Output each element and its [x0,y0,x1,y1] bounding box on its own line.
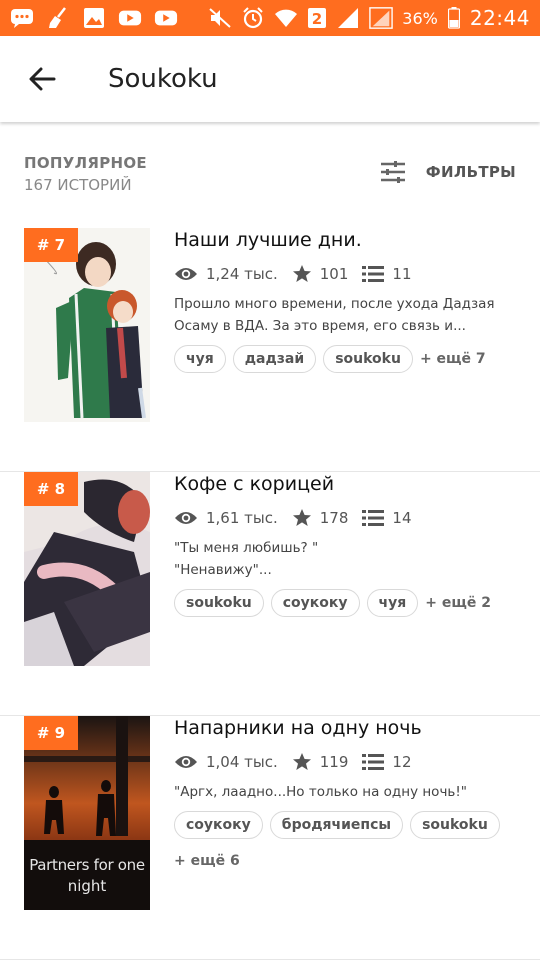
story-card[interactable]: # 8 Кофе с корицей 1,61 тыс. 178 14 "Ты … [0,472,540,716]
eye-icon [175,756,197,768]
status-bar: 2 36% 22:44 [0,0,540,36]
tag-chip[interactable]: soukoku [323,345,413,373]
eye-icon [175,268,197,280]
sim-2-icon: 2 [307,7,327,29]
cover-title-line: night [67,877,107,895]
battery-percent: 36% [402,8,438,28]
rank-badge: # 8 [24,472,78,506]
story-card[interactable]: Partners for one night # 9 Напарники на … [0,716,540,960]
star-icon [292,265,311,282]
tag-chip[interactable]: soukoku [410,811,500,839]
parts-stat: 12 [362,753,412,771]
votes-stat: 178 [292,508,349,528]
broom-icon [46,7,70,29]
story-card[interactable]: # 7 Наши лучшие дни. 1,24 тыс. 101 11 Пр… [0,228,540,472]
story-title[interactable]: Кофе с корицей [174,472,524,498]
section-title: ПОПУЛЯРНОЕ [24,154,147,172]
parts-count: 11 [392,265,412,283]
votes-count: 119 [319,753,349,771]
parts-stat: 14 [362,509,412,527]
arrow-left-icon [29,67,56,91]
story-cover[interactable]: # 7 [24,228,150,422]
notification-icons [10,7,178,29]
story-info: Напарники на одну ночь 1,04 тыс. 119 12 … [174,716,524,883]
cover-title-line: Partners for one [29,856,145,874]
more-tags-link[interactable]: + ещё 2 [425,589,491,617]
tag-list: чуя дадзай soukoku + ещё 7 [174,345,524,381]
tag-chip[interactable]: соукоку [270,589,360,617]
back-button[interactable] [12,49,72,109]
filters-button[interactable]: ФИЛЬТРЫ [380,160,516,184]
mute-icon [208,7,232,29]
tag-chip[interactable]: soukoku [174,589,264,617]
clock: 22:44 [469,6,530,30]
signal-icon [336,7,360,29]
reads-count: 1,04 тыс. [206,753,278,771]
tag-chip[interactable]: чуя [366,589,419,617]
reads-stat: 1,24 тыс. [174,265,278,283]
list-icon [362,510,385,526]
alarm-icon [241,7,265,29]
rank-badge: # 9 [24,716,78,750]
reads-stat: 1,61 тыс. [174,509,278,527]
votes-count: 101 [319,265,349,283]
story-stats: 1,24 тыс. 101 11 [174,261,524,287]
tag-chip[interactable]: дадзай [232,345,317,373]
story-description: "Ты меня любишь? " "Ненавижу"... [174,540,319,578]
battery-icon [447,7,461,29]
story-description: Прошло много времени, после ухода Дадзая… [174,296,495,334]
story-stats: 1,04 тыс. 119 12 [174,749,524,775]
story-title[interactable]: Напарники на одну ночь [174,716,524,742]
list-icon [362,754,385,770]
page-title: Soukoku [108,64,218,94]
more-tags-link[interactable]: + ещё 6 [174,847,240,875]
section-header: ПОПУЛЯРНОЕ 167 ИСТОРИЙ ФИЛЬТРЫ [0,150,540,202]
wifi-icon [274,7,298,29]
svg-text:2: 2 [312,10,322,28]
star-icon [292,753,311,770]
app-bar: Soukoku [0,36,540,122]
tag-chip[interactable]: соукоку [174,811,263,839]
tag-chip[interactable]: чуя [174,345,226,373]
youtube-icon [154,7,178,29]
filters-label: ФИЛЬТРЫ [425,163,516,181]
votes-stat: 101 [292,264,349,284]
star-icon [292,509,311,526]
story-description: "Аргх, лаадно...Но только на одну ночь!" [174,784,467,800]
parts-stat: 11 [362,265,412,283]
reads-count: 1,61 тыс. [206,509,278,527]
votes-stat: 119 [292,752,349,772]
eye-icon [175,512,197,524]
youtube-icon [118,7,142,29]
signal-icon [369,7,394,29]
tag-chip[interactable]: бродячиепсы [269,811,404,839]
story-title[interactable]: Наши лучшие дни. [174,228,524,254]
reads-count: 1,24 тыс. [206,265,278,283]
story-info: Наши лучшие дни. 1,24 тыс. 101 11 Прошло… [174,228,524,381]
parts-count: 14 [392,509,412,527]
story-stats: 1,61 тыс. 178 14 [174,505,524,531]
story-cover[interactable]: # 8 [24,472,150,666]
messaging-icon [10,7,34,29]
gallery-icon [82,7,106,29]
story-info: Кофе с корицей 1,61 тыс. 178 14 "Ты меня… [174,472,524,625]
tag-list: soukoku соукоку чуя + ещё 2 [174,589,524,625]
parts-count: 12 [392,753,412,771]
list-icon [362,266,385,282]
more-tags-link[interactable]: + ещё 7 [420,345,486,373]
rank-badge: # 7 [24,228,78,262]
reads-stat: 1,04 тыс. [174,753,278,771]
story-count: 167 ИСТОРИЙ [24,176,132,194]
sliders-icon [380,161,405,183]
system-icons: 2 36% 22:44 [208,6,530,30]
votes-count: 178 [319,509,349,527]
tag-list: соукоку бродячиепсы soukoku + ещё 6 [174,811,524,883]
story-cover[interactable]: Partners for one night # 9 [24,716,150,910]
